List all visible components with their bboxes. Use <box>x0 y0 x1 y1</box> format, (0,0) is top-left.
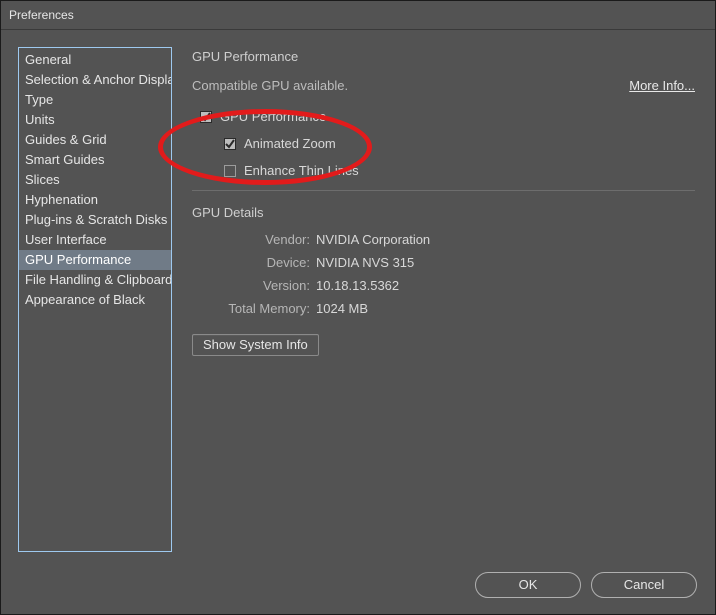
checkbox-icon <box>224 138 236 150</box>
panel-gpu-performance: GPU Performance Compatible GPU available… <box>172 47 701 552</box>
value-version: 10.18.13.5362 <box>316 278 399 293</box>
dialog-footer: OK Cancel <box>475 572 697 598</box>
sidebar-item-label: Selection & Anchor Display <box>25 72 171 87</box>
checkbox-icon <box>224 165 236 177</box>
sidebar-item-guides-grid[interactable]: Guides & Grid <box>19 130 171 150</box>
sidebar-item-label: Guides & Grid <box>25 132 107 147</box>
gpu-status-text: Compatible GPU available. <box>192 78 348 93</box>
sidebar-item-type[interactable]: Type <box>19 90 171 110</box>
category-sidebar: General Selection & Anchor Display Type … <box>18 47 172 552</box>
sidebar-item-hyphenation[interactable]: Hyphenation <box>19 190 171 210</box>
divider <box>192 190 695 191</box>
sidebar-item-units[interactable]: Units <box>19 110 171 130</box>
label-version: Version: <box>192 278 316 293</box>
sidebar-item-user-interface[interactable]: User Interface <box>19 230 171 250</box>
panel-heading: GPU Performance <box>192 49 701 64</box>
sidebar-item-label: Plug-ins & Scratch Disks <box>25 212 167 227</box>
titlebar: Preferences <box>1 1 715 30</box>
label-total-memory: Total Memory: <box>192 301 316 316</box>
checkbox-animated-zoom[interactable]: Animated Zoom <box>224 136 701 151</box>
sidebar-item-label: General <box>25 52 71 67</box>
sidebar-item-label: Smart Guides <box>25 152 104 167</box>
sidebar-item-file-handling[interactable]: File Handling & Clipboard <box>19 270 171 290</box>
checkbox-icon <box>200 111 212 123</box>
label-vendor: Vendor: <box>192 232 316 247</box>
label-device: Device: <box>192 255 316 270</box>
sidebar-item-gpu-performance[interactable]: GPU Performance <box>19 250 171 270</box>
preferences-dialog: Preferences General Selection & Anchor D… <box>0 0 716 615</box>
sidebar-item-smart-guides[interactable]: Smart Guides <box>19 150 171 170</box>
sidebar-item-general[interactable]: General <box>19 50 171 70</box>
dialog-content: General Selection & Anchor Display Type … <box>1 30 715 552</box>
window-title: Preferences <box>9 8 74 22</box>
ok-button[interactable]: OK <box>475 572 581 598</box>
sidebar-item-label: Appearance of Black <box>25 292 145 307</box>
checkbox-label: Enhance Thin Lines <box>244 163 359 178</box>
gpu-details-heading: GPU Details <box>192 205 701 220</box>
kv-version: Version: 10.18.13.5362 <box>192 278 701 293</box>
sidebar-item-label: GPU Performance <box>25 252 131 267</box>
more-info-link[interactable]: More Info... <box>629 78 701 93</box>
kv-device: Device: NVIDIA NVS 315 <box>192 255 701 270</box>
checkbox-label: GPU Performance <box>220 109 326 124</box>
value-vendor: NVIDIA Corporation <box>316 232 430 247</box>
sidebar-item-label: Type <box>25 92 53 107</box>
sidebar-item-label: Slices <box>25 172 60 187</box>
sidebar-item-label: Hyphenation <box>25 192 98 207</box>
sidebar-item-appearance-black[interactable]: Appearance of Black <box>19 290 171 310</box>
sidebar-item-plugins-scratch[interactable]: Plug-ins & Scratch Disks <box>19 210 171 230</box>
value-total-memory: 1024 MB <box>316 301 368 316</box>
sidebar-item-slices[interactable]: Slices <box>19 170 171 190</box>
kv-vendor: Vendor: NVIDIA Corporation <box>192 232 701 247</box>
sidebar-item-label: Units <box>25 112 55 127</box>
value-device: NVIDIA NVS 315 <box>316 255 414 270</box>
checkbox-enhance-thin-lines[interactable]: Enhance Thin Lines <box>224 163 701 178</box>
sidebar-item-label: User Interface <box>25 232 107 247</box>
sidebar-item-label: File Handling & Clipboard <box>25 272 171 287</box>
show-system-info-button[interactable]: Show System Info <box>192 334 319 356</box>
sidebar-item-selection-anchor[interactable]: Selection & Anchor Display <box>19 70 171 90</box>
cancel-button[interactable]: Cancel <box>591 572 697 598</box>
checkbox-gpu-performance[interactable]: GPU Performance <box>200 109 701 124</box>
checkbox-label: Animated Zoom <box>244 136 336 151</box>
kv-total-memory: Total Memory: 1024 MB <box>192 301 701 316</box>
